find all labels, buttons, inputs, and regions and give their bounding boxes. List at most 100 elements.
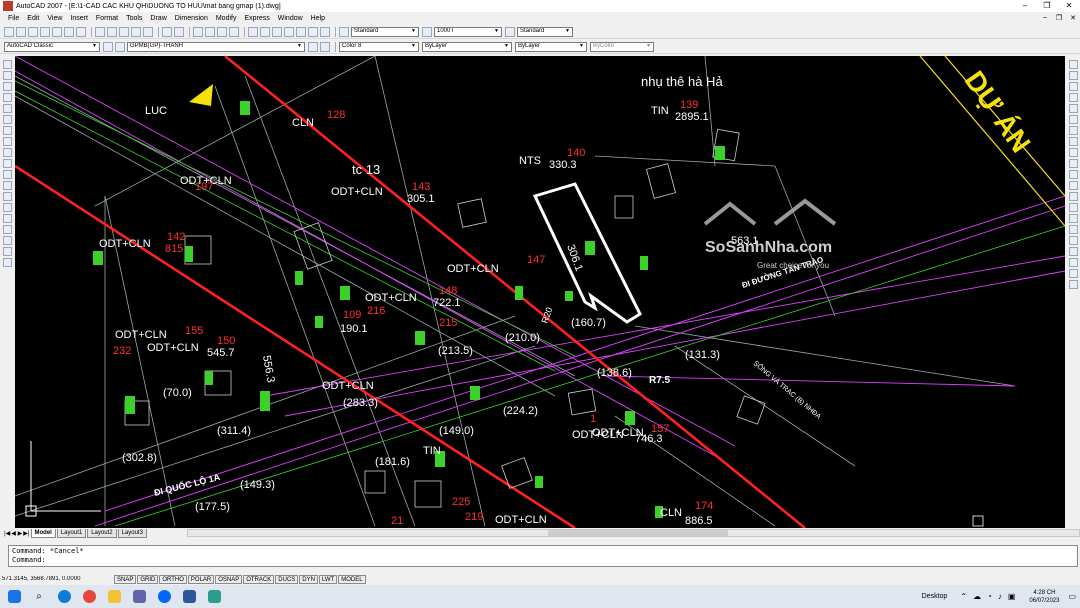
menu-insert[interactable]: Insert [66, 15, 92, 22]
menu-file[interactable]: File [4, 15, 23, 22]
open-icon[interactable] [16, 26, 26, 37]
move-icon[interactable] [1068, 115, 1078, 124]
dim-style-select[interactable]: 1000T ▼ [434, 26, 502, 37]
menu-window[interactable]: Window [274, 15, 307, 22]
layer-manager-icon[interactable] [115, 41, 125, 52]
pan-icon[interactable] [193, 26, 203, 37]
tool-palettes-icon[interactable] [272, 26, 282, 37]
menu-help[interactable]: Help [307, 15, 329, 22]
doc-close-button[interactable]: ✕ [1066, 14, 1080, 22]
line-icon[interactable] [2, 60, 12, 69]
wifi-icon[interactable]: ◔ [987, 592, 992, 601]
menu-modify[interactable]: Modify [212, 15, 241, 22]
circle-icon[interactable] [2, 126, 12, 135]
publish-icon[interactable] [64, 26, 74, 37]
dyn-toggle[interactable]: DYN [299, 574, 318, 584]
zoom-window-icon[interactable] [217, 26, 227, 37]
trim-icon[interactable] [1068, 159, 1078, 168]
table-style-select[interactable]: Standard ▼ [517, 26, 573, 37]
point-icon[interactable] [2, 203, 12, 212]
multiline-text-icon[interactable] [2, 258, 12, 267]
zoom-realtime-icon[interactable] [205, 26, 215, 37]
preview-icon[interactable] [52, 26, 62, 37]
rectangle-icon[interactable] [2, 104, 12, 113]
fillet-icon[interactable] [1068, 225, 1078, 234]
search-button[interactable]: ⌕ [29, 588, 49, 606]
make-current-layer-icon[interactable] [308, 41, 318, 52]
linetype-select[interactable]: ByLayer ▼ [422, 41, 512, 52]
polar-toggle[interactable]: POLAR [187, 574, 215, 584]
notification-icon[interactable]: ▭ [1068, 592, 1076, 601]
stretch-icon[interactable] [1068, 148, 1078, 157]
break-icon[interactable] [1068, 192, 1078, 201]
print-icon[interactable] [40, 26, 50, 37]
spline-icon[interactable] [2, 148, 12, 157]
plotstyle-select[interactable]: ByColor ▼ [590, 41, 654, 52]
properties-icon[interactable] [248, 26, 258, 37]
scrollbar-thumb[interactable] [547, 530, 728, 536]
command-prompt-line[interactable]: Command: [12, 556, 1074, 565]
workspace-settings-icon[interactable] [103, 41, 113, 52]
tab-layout3[interactable]: Layout3 [117, 528, 147, 538]
3d-dwf-icon[interactable] [76, 26, 86, 37]
table-icon[interactable] [2, 247, 12, 256]
desktop-toolbar-label[interactable]: Desktop [922, 593, 948, 600]
layer-select[interactable]: GPMB(GP)-THANH ▼ [127, 41, 305, 52]
scroll-icon[interactable] [1068, 280, 1078, 289]
sheet-set-icon[interactable] [284, 26, 294, 37]
region-icon[interactable] [2, 236, 12, 245]
color-select[interactable]: Color 8 ▼ [339, 41, 419, 52]
explode-icon[interactable] [1068, 236, 1078, 245]
array-icon[interactable] [1068, 104, 1078, 113]
language-icon[interactable]: ▣ [1008, 592, 1016, 601]
mirror-icon[interactable] [1068, 82, 1078, 91]
zoom-previous-icon[interactable] [229, 26, 239, 37]
ducs-toggle[interactable]: DUCS [275, 574, 299, 584]
model-toggle[interactable]: MODEL [338, 574, 366, 584]
revision-cloud-icon[interactable] [2, 137, 12, 146]
store-button[interactable] [129, 588, 149, 606]
text-style-select[interactable]: Standard ▼ [351, 26, 419, 37]
maximize-button[interactable]: ❐ [1036, 0, 1058, 12]
markup-icon[interactable] [296, 26, 306, 37]
save-icon[interactable] [28, 26, 38, 37]
menu-dimension[interactable]: Dimension [171, 15, 212, 22]
doc-restore-button[interactable]: ❐ [1052, 14, 1066, 22]
properties-panel-icon[interactable] [1068, 258, 1078, 267]
erase-icon[interactable] [1068, 60, 1078, 69]
menu-tools[interactable]: Tools [122, 15, 146, 22]
lineweight-select[interactable]: ByLayer ▼ [515, 41, 587, 52]
tab-layout2[interactable]: Layout2 [87, 528, 117, 538]
volume-icon[interactable]: ♪ [998, 592, 1002, 601]
hatch-icon[interactable] [2, 214, 12, 223]
grid-toggle[interactable]: GRID [137, 574, 159, 584]
explorer-button[interactable] [104, 588, 124, 606]
autocad-button[interactable] [204, 588, 224, 606]
zalo-button[interactable] [154, 588, 174, 606]
polygon-icon[interactable] [2, 93, 12, 102]
ellipse-icon[interactable] [2, 159, 12, 168]
dimension-icon[interactable] [1068, 247, 1078, 256]
paste-icon[interactable] [119, 26, 129, 37]
polyline-icon[interactable] [2, 82, 12, 91]
insert-block-icon[interactable] [2, 181, 12, 190]
workspace-select[interactable]: AutoCAD Classic ▼ [4, 41, 100, 52]
osnap-toggle[interactable]: OSNAP [215, 574, 243, 584]
redo-icon[interactable] [174, 26, 184, 37]
menu-draw[interactable]: Draw [146, 15, 170, 22]
close-button[interactable]: ✕ [1058, 0, 1080, 12]
layer-previous-icon[interactable] [320, 41, 330, 52]
windows-start-icon[interactable] [4, 588, 24, 606]
horizontal-scrollbar[interactable] [186, 529, 1080, 537]
ellipse-arc-icon[interactable] [2, 170, 12, 179]
construction-line-icon[interactable] [2, 71, 12, 80]
taskbar-clock[interactable]: 4:28 CH 06/07/2023 [1024, 589, 1064, 605]
rotate-icon[interactable] [1068, 126, 1078, 135]
make-block-icon[interactable] [2, 192, 12, 201]
offset-icon[interactable] [1068, 93, 1078, 102]
design-center-icon[interactable] [260, 26, 270, 37]
command-window[interactable]: Command: *Cancel* Command: [8, 545, 1078, 567]
menu-view[interactable]: View [43, 15, 66, 22]
chevron-up-icon[interactable]: ⌃ [960, 592, 967, 601]
help-icon[interactable] [320, 26, 330, 37]
